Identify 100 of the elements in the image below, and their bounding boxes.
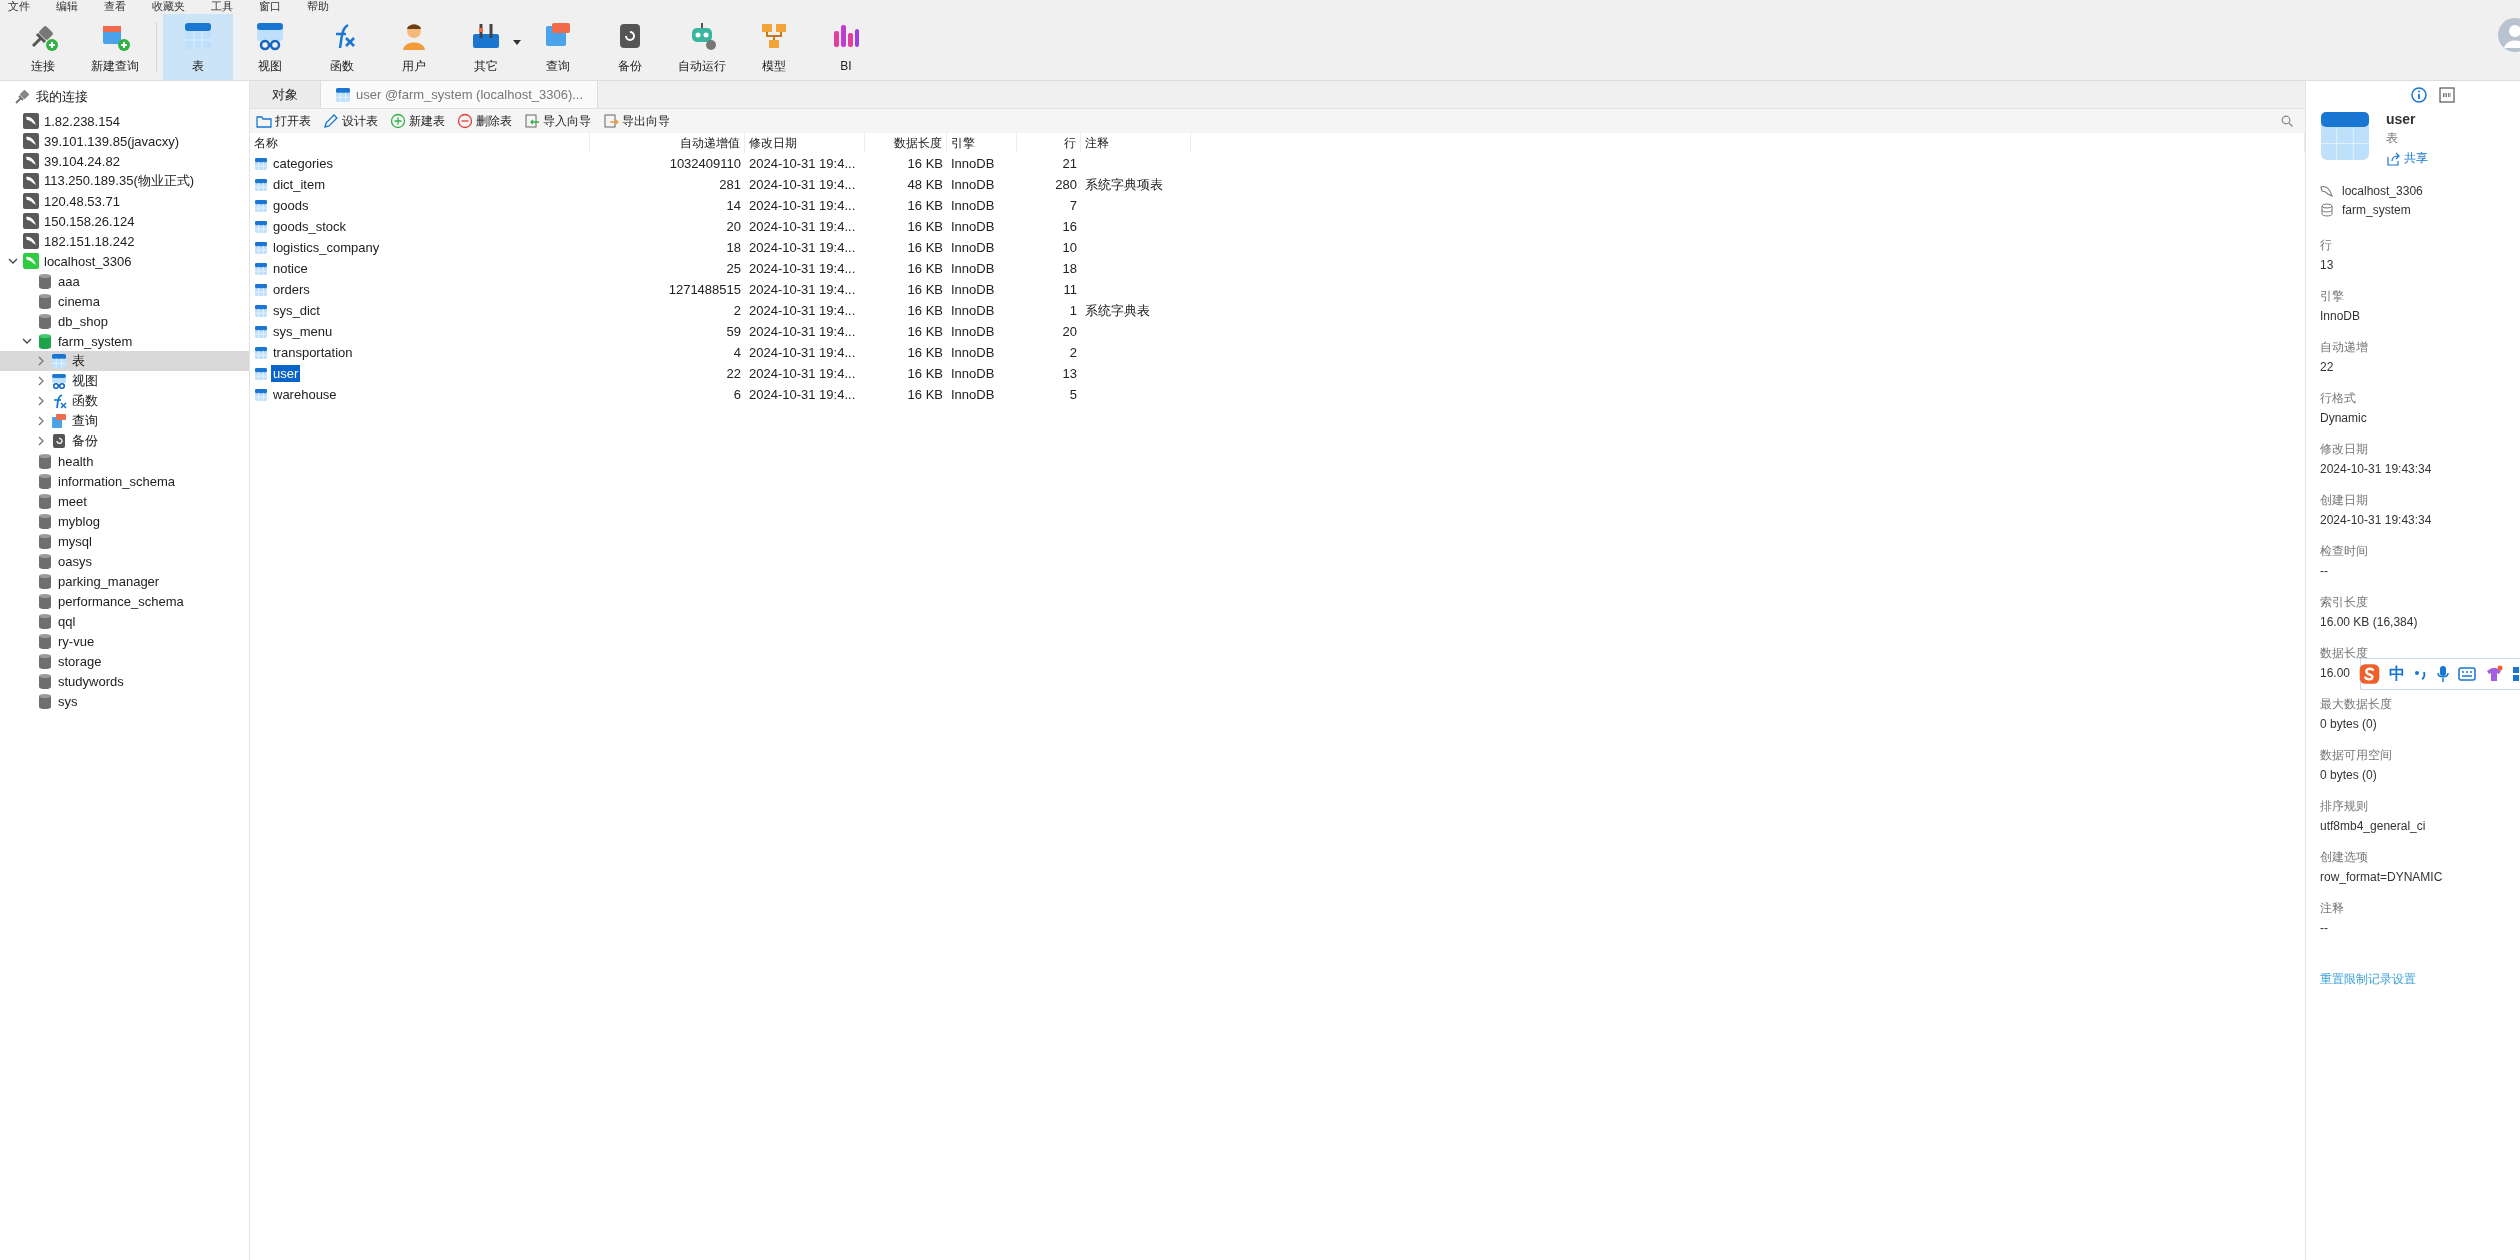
tree-item[interactable]: 150.158.26.124 <box>0 211 249 231</box>
tree-item[interactable]: 120.48.53.71 <box>0 191 249 211</box>
table-name[interactable]: goods_stock <box>271 218 348 235</box>
table-name[interactable]: dict_item <box>271 176 328 193</box>
tree-item[interactable]: 113.250.189.35(物业正式) <box>0 171 249 191</box>
toolbar-button[interactable]: 函数 <box>307 14 377 80</box>
search-icon[interactable] <box>2281 115 2293 127</box>
table-icon <box>254 324 268 339</box>
table-name[interactable]: user <box>271 365 301 382</box>
database-icon <box>37 633 53 649</box>
table-cell: 系统字典项表 <box>1085 175 1163 194</box>
table-name[interactable]: categories <box>271 155 335 172</box>
toolbar-button[interactable]: 连接 <box>8 14 78 80</box>
tree-item[interactable]: ry-vue <box>0 631 249 651</box>
toolbar-button[interactable]: 新建查询 <box>80 14 150 80</box>
tab[interactable]: user @farm_system (localhost_3306)... <box>321 81 599 108</box>
tree-item[interactable]: 查询 <box>0 411 249 431</box>
toolbar-button[interactable]: 打开表 <box>254 112 313 130</box>
tree-item[interactable]: 39.101.139.85(javacxy) <box>0 131 249 151</box>
tree-item[interactable]: db_shop <box>0 311 249 331</box>
tree-item[interactable]: oasys <box>0 551 249 571</box>
table-name[interactable]: orders <box>271 281 312 298</box>
tree-item[interactable]: aaa <box>0 271 249 291</box>
tree-item[interactable]: 182.151.18.242 <box>0 231 249 251</box>
tree-item[interactable]: 1.82.238.154 <box>0 111 249 131</box>
sidebar-title: 我的连接 <box>36 88 88 106</box>
menu-item[interactable]: 收藏夹 <box>152 0 185 14</box>
toolbar-button[interactable]: 用户 <box>379 14 449 80</box>
field-value: 16.00 <box>2320 665 2351 682</box>
tree-item[interactable]: farm_system <box>0 331 249 351</box>
connection-name: localhost_3306 <box>2342 183 2423 198</box>
tab[interactable]: 对象 <box>250 81 321 108</box>
tree-item[interactable]: studywords <box>0 671 249 691</box>
tree-item[interactable]: parking_manager <box>0 571 249 591</box>
table-name[interactable]: notice <box>271 260 310 277</box>
menu-item[interactable]: 帮助 <box>307 0 329 14</box>
table-name[interactable]: sys_menu <box>271 323 335 340</box>
tree-item[interactable]: sys <box>0 691 249 711</box>
menu-item[interactable]: 编辑 <box>56 0 78 14</box>
toolbar-button[interactable]: 表 <box>163 14 233 80</box>
backup-icon <box>51 433 67 449</box>
tree-item[interactable]: cinema <box>0 291 249 311</box>
toolbar-button[interactable]: 备份 <box>595 14 665 80</box>
tree-item[interactable]: myblog <box>0 511 249 531</box>
table-cell: 18 <box>1062 261 1077 276</box>
toolbar-button[interactable]: 自动运行 <box>667 14 737 80</box>
menu-item[interactable]: 查看 <box>104 0 126 14</box>
table-cell: InnoDB <box>951 156 995 171</box>
menu-item[interactable]: 文件 <box>8 0 30 14</box>
table-cell: 1271488515 <box>668 282 741 297</box>
field-value: -- <box>2320 563 2328 580</box>
toolbar-button[interactable]: 导出向导 <box>601 112 672 130</box>
tree-item[interactable]: 视图 <box>0 371 249 391</box>
table-icon <box>254 303 268 318</box>
tree-item[interactable]: performance_schema <box>0 591 249 611</box>
tree-item[interactable]: information_schema <box>0 471 249 491</box>
table-name[interactable]: sys_dict <box>271 302 322 319</box>
tree-item[interactable]: 函数 <box>0 391 249 411</box>
table-cell: 20 <box>1062 324 1077 339</box>
tree-item[interactable]: 表 <box>0 351 249 371</box>
toolbar-button[interactable]: 新建表 <box>388 112 447 130</box>
table-name[interactable]: logistics_company <box>271 239 382 256</box>
table-cell: 2024-10-31 19:4... <box>749 303 856 318</box>
toolbar-button[interactable]: 其它 <box>451 14 521 80</box>
tree-item[interactable]: localhost_3306 <box>0 251 249 271</box>
table-name[interactable]: warehouse <box>271 386 339 403</box>
table-name[interactable]: transportation <box>271 344 355 361</box>
tree-item[interactable]: qql <box>0 611 249 631</box>
add-icon <box>390 113 406 129</box>
toolbar-button[interactable]: BI <box>811 14 881 80</box>
toolbar-button[interactable]: 删除表 <box>455 112 514 130</box>
table-icon <box>335 86 351 103</box>
share-link[interactable]: 共享 <box>2386 150 2428 167</box>
toolbar-button[interactable]: 模型 <box>739 14 809 80</box>
table-name[interactable]: goods <box>271 197 311 214</box>
info-icon[interactable] <box>2411 87 2427 103</box>
database-icon <box>37 533 53 549</box>
tree-item[interactable]: mysql <box>0 531 249 551</box>
menu-item[interactable]: 工具 <box>211 0 233 14</box>
table-cell: 16 KB <box>907 240 943 255</box>
tree-item[interactable]: health <box>0 451 249 471</box>
tree-item[interactable]: 备份 <box>0 431 249 451</box>
menu-item[interactable]: 窗口 <box>259 0 281 14</box>
input-mode-text[interactable]: 中 <box>2389 663 2405 685</box>
table-cell: 16 KB <box>907 345 943 360</box>
table-cell: InnoDB <box>951 387 995 402</box>
toolbar-button[interactable]: 设计表 <box>321 112 380 130</box>
toolbar-button[interactable]: 视图 <box>235 14 305 80</box>
export-icon <box>603 113 619 129</box>
table-cell: 2024-10-31 19:4... <box>749 324 856 339</box>
toolbar-button[interactable]: 导入向导 <box>522 112 593 130</box>
table-cell: 1 <box>1069 303 1077 318</box>
toolbar-button[interactable]: 查询 <box>523 14 593 80</box>
table-cell: 6 <box>733 387 741 402</box>
tree-item[interactable]: storage <box>0 651 249 671</box>
table-cell: 16 KB <box>907 219 943 234</box>
tree-item[interactable]: 39.104.24.82 <box>0 151 249 171</box>
table-cell: 281 <box>719 177 741 192</box>
tree-item[interactable]: meet <box>0 491 249 511</box>
table-cell: 2024-10-31 19:4... <box>749 282 856 297</box>
